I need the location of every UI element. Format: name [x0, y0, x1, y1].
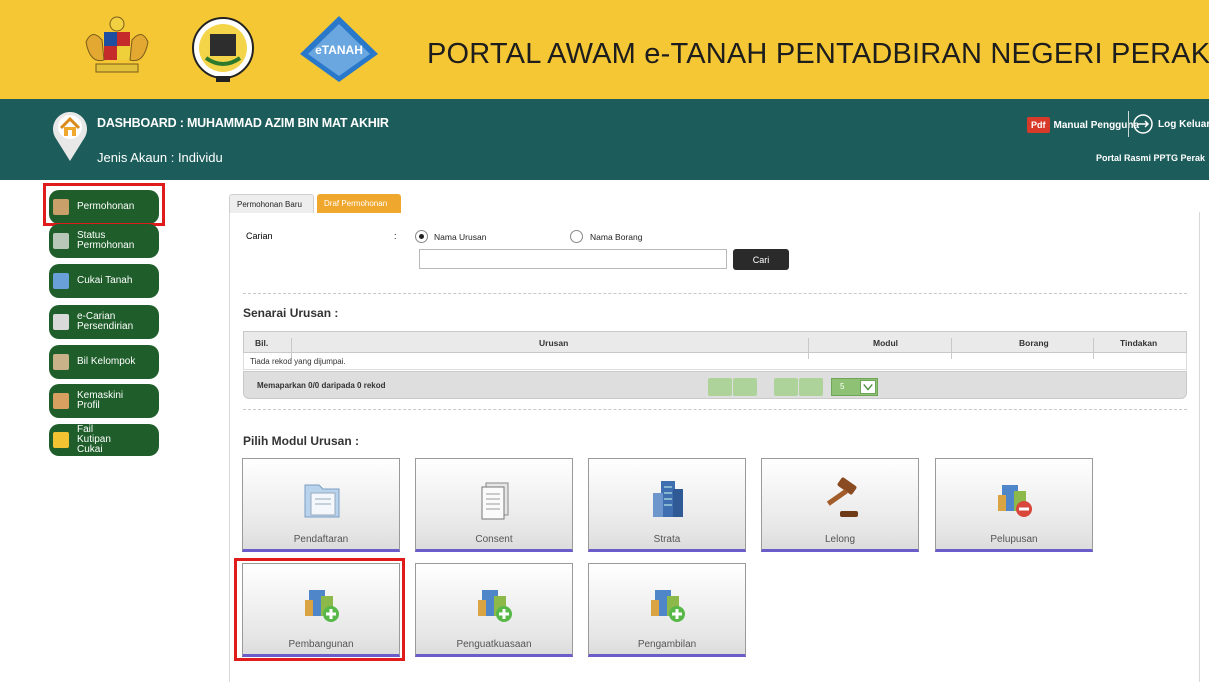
manual-label: Manual Pengguna	[1053, 119, 1140, 131]
pdf-icon: Pdf	[1027, 117, 1050, 133]
portal-rasmi-link[interactable]: Portal Rasmi PPTG Perak	[1096, 153, 1205, 163]
modul-pelupusan-button[interactable]: Pelupusan	[935, 458, 1093, 552]
tax-icon	[53, 273, 69, 289]
modul-consent-button[interactable]: Consent	[415, 458, 573, 552]
tile-label: Strata	[653, 534, 681, 545]
modul-lelong-button[interactable]: Lelong	[761, 458, 919, 552]
first-page-button[interactable]	[708, 378, 732, 396]
bill-icon	[53, 354, 69, 370]
sidebar-item-label: e-Carian Persendirian	[77, 311, 134, 332]
portal-title: PORTAL AWAM e-TANAH PENTADBIRAN NEGERI P…	[427, 38, 1209, 70]
page-size-value: 5	[840, 382, 845, 391]
sidebar-item-e-carian-persendirian[interactable]: e-Carian Persendirian	[49, 305, 159, 339]
logout-label: Log Keluar	[1158, 118, 1209, 130]
radio-nama-urusan-label: Nama Urusan	[434, 232, 487, 242]
col-bil: Bil.	[255, 338, 269, 348]
svg-text:eTANAH: eTANAH	[315, 43, 363, 57]
building-remove-icon	[998, 485, 1032, 517]
modul-strata-button[interactable]: Strata	[588, 458, 746, 552]
radio-nama-urusan[interactable]	[415, 230, 428, 243]
building-add-icon	[478, 590, 512, 622]
content-left-border	[229, 212, 230, 682]
chevron-down-icon	[860, 380, 876, 394]
dashboard-title: DASHBOARD : MUHAMMAD AZIM BIN MAT AKHIR	[97, 116, 389, 130]
building-icon	[653, 481, 683, 517]
sidebar-item-cukai-tanah[interactable]: Cukai Tanah	[49, 264, 159, 298]
pilih-modul-title: Pilih Modul Urusan :	[243, 434, 359, 448]
tile-label: Penguatkuasaan	[456, 639, 532, 650]
col-modul: Modul	[873, 338, 899, 348]
table-footer: Memaparkan 0/0 daripada 0 rekod 5	[243, 371, 1187, 399]
sidebar-item-label: Fail Kutipan Cukai	[77, 424, 111, 455]
col-tindakan: Tindakan	[1120, 338, 1158, 348]
modul-penguatkuasaan-button[interactable]: Penguatkuasaan	[415, 563, 573, 657]
sidebar-item-kemaskini-profil[interactable]: Kemaskini Profil	[49, 384, 159, 418]
gavel-icon	[826, 477, 858, 517]
col-borang: Borang	[1019, 338, 1049, 348]
home-pin-icon	[53, 112, 87, 161]
dashboard-header: DASHBOARD : MUHAMMAD AZIM BIN MAT AKHIR …	[0, 99, 1209, 180]
header-divider	[1128, 111, 1129, 137]
page-size-select[interactable]: 5	[831, 378, 878, 396]
document-stack-icon	[481, 482, 509, 520]
user-icon	[53, 393, 69, 409]
modul-pengambilan-button[interactable]: Pengambilan	[588, 563, 746, 657]
carian-label: Carian	[246, 231, 273, 241]
divider	[243, 293, 1187, 294]
prev-page-button[interactable]	[733, 378, 757, 396]
folder-icon	[304, 484, 340, 518]
tile-label: Pendaftaran	[293, 534, 349, 545]
sidebar-item-label: Cukai Tanah	[77, 275, 133, 286]
sidebar-item-label: Status Permohonan	[77, 230, 135, 251]
building-add-icon	[651, 590, 685, 622]
selection-highlight	[234, 558, 405, 661]
content-right-border	[1199, 212, 1200, 682]
tile-label: Pelupusan	[990, 534, 1038, 545]
table-empty-row: Tiada rekod yang dijumpai.	[243, 353, 1187, 370]
divider	[243, 409, 1187, 410]
folder-icon	[53, 432, 69, 448]
top-banner: eTANAH PORTAL AWAM e-TANAH PENTADBIRAN N…	[0, 0, 1209, 99]
tab-permohonan-baru[interactable]: Permohonan Baru	[229, 194, 314, 213]
status-icon	[53, 233, 69, 249]
sidebar-item-label: Bil Kelompok	[77, 356, 136, 367]
sidebar-item-bil-kelompok[interactable]: Bil Kelompok	[49, 345, 159, 379]
modul-pendaftaran-button[interactable]: Pendaftaran	[242, 458, 400, 552]
logout-link[interactable]: Log Keluar	[1133, 114, 1209, 134]
carian-colon: :	[394, 231, 397, 241]
search-doc-icon	[53, 314, 69, 330]
cari-button[interactable]: Cari	[733, 249, 789, 270]
manual-pengguna-link[interactable]: Pdf Manual Pengguna	[1027, 117, 1139, 133]
sidebar-item-status-permohonan[interactable]: Status Permohonan	[49, 224, 159, 258]
tile-label: Pengambilan	[637, 639, 697, 650]
account-type: Jenis Akaun : Individu	[97, 150, 223, 165]
perak-state-crest-logo	[192, 17, 254, 82]
sidebar-item-label: Kemaskini Profil	[77, 390, 124, 411]
last-page-button[interactable]	[799, 378, 823, 396]
record-count: Memaparkan 0/0 daripada 0 rekod	[257, 381, 386, 390]
tile-label: Consent	[475, 534, 513, 545]
selection-highlight	[43, 183, 165, 226]
senarai-urusan-title: Senarai Urusan :	[243, 306, 339, 320]
sidebar-item-fail-kutipan-cukai[interactable]: Fail Kutipan Cukai	[49, 424, 159, 456]
etanah-logo: eTANAH	[300, 16, 378, 82]
radio-nama-borang[interactable]	[570, 230, 583, 243]
search-input[interactable]	[419, 249, 727, 269]
logout-icon	[1133, 114, 1153, 134]
malaysia-coat-of-arms-logo	[85, 16, 149, 73]
tile-label: Lelong	[824, 534, 856, 545]
col-urusan: Urusan	[539, 338, 569, 348]
table-header: Bil. Urusan Modul Borang Tindakan	[243, 331, 1187, 359]
tab-draf-permohonan[interactable]: Draf Permohonan	[317, 194, 401, 213]
radio-nama-borang-label: Nama Borang	[590, 232, 643, 242]
next-page-button[interactable]	[774, 378, 798, 396]
